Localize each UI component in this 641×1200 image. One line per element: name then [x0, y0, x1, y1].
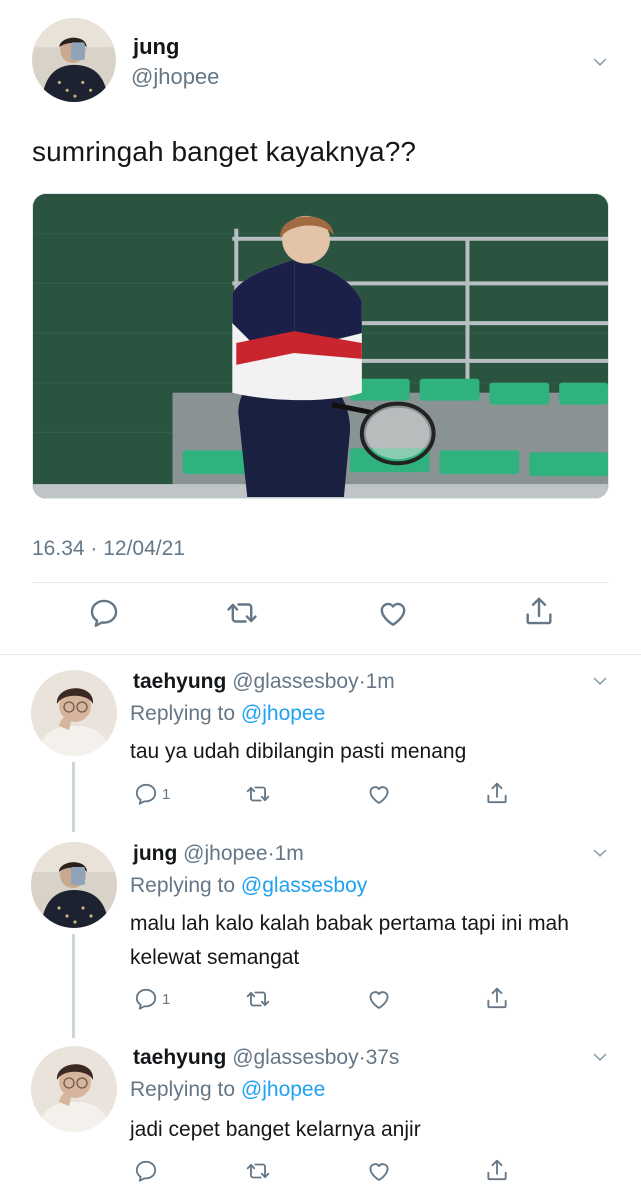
- reply-button[interactable]: [133, 1158, 162, 1184]
- reply-header: taehyung @glassesboy·1m: [133, 670, 395, 694]
- reply-count: 1: [162, 990, 171, 1008]
- reply-text: jadi cepet banget kelarnya anjir: [130, 1118, 421, 1141]
- tweet-actions: [0, 596, 641, 636]
- chevron-down-icon[interactable]: [593, 674, 607, 688]
- avatar[interactable]: [31, 670, 117, 756]
- mention-link[interactable]: @jhopee: [241, 1078, 325, 1101]
- author-name[interactable]: jung: [133, 842, 177, 865]
- replying-prefix: Replying to: [130, 1078, 241, 1101]
- avatar[interactable]: [31, 1046, 117, 1132]
- share-icon[interactable]: [484, 1157, 510, 1183]
- divider: [32, 582, 609, 583]
- replying-to: Replying to @jhopee: [130, 1078, 325, 1102]
- reply-header: jung @jhopee·1m: [133, 842, 304, 866]
- mention-link[interactable]: @glassesboy: [241, 874, 367, 897]
- chevron-down-icon[interactable]: [593, 1050, 607, 1064]
- like-icon[interactable]: [366, 781, 392, 807]
- reply-time[interactable]: 1m: [366, 670, 395, 693]
- author-handle[interactable]: @jhopee: [183, 842, 267, 865]
- retweet-icon[interactable]: [225, 596, 259, 630]
- tweet-photo[interactable]: [32, 193, 609, 499]
- separator-dot: ·: [358, 1046, 366, 1069]
- reply-button[interactable]: 1: [133, 781, 170, 807]
- chevron-down-icon[interactable]: [593, 846, 607, 860]
- retweet-icon[interactable]: [245, 1158, 271, 1184]
- reply-time[interactable]: 37s: [366, 1046, 400, 1069]
- author-handle[interactable]: @glassesboy: [232, 670, 358, 693]
- tweet-timestamp[interactable]: 16.34 · 12/04/21: [32, 537, 185, 561]
- like-icon[interactable]: [366, 1158, 392, 1184]
- replying-prefix: Replying to: [130, 702, 241, 725]
- replying-prefix: Replying to: [130, 874, 241, 897]
- thread-line: [72, 934, 75, 1038]
- share-icon[interactable]: [484, 780, 510, 806]
- avatar[interactable]: [31, 842, 117, 928]
- replying-to: Replying to @glassesboy: [130, 874, 367, 898]
- author-name[interactable]: taehyung: [133, 670, 226, 693]
- replying-to: Replying to @jhopee: [130, 702, 325, 726]
- reply-icon[interactable]: [87, 596, 121, 630]
- avatar[interactable]: [32, 18, 116, 102]
- reply-button[interactable]: 1: [133, 986, 170, 1012]
- divider: [0, 654, 641, 655]
- separator-dot: ·: [267, 842, 275, 865]
- author-handle[interactable]: @jhopee: [131, 64, 219, 90]
- mention-link[interactable]: @jhopee: [241, 702, 325, 725]
- reply-time[interactable]: 1m: [275, 842, 304, 865]
- reply-icon: [133, 986, 159, 1012]
- like-icon[interactable]: [376, 596, 410, 630]
- reply-icon: [133, 1158, 159, 1184]
- reply-text: malu lah kalo kalah babak pertama tapi i…: [130, 912, 569, 969]
- author-name[interactable]: taehyung: [133, 1046, 226, 1069]
- tweet-text: sumringah banget kayaknya??: [32, 136, 417, 167]
- separator-dot: ·: [358, 670, 366, 693]
- reply-icon: [133, 781, 159, 807]
- reply-text: tau ya udah dibilangin pasti menang: [130, 740, 467, 763]
- share-icon[interactable]: [484, 985, 510, 1011]
- reply-count: 1: [162, 785, 171, 803]
- author-handle[interactable]: @glassesboy: [232, 1046, 358, 1069]
- author-name[interactable]: jung: [133, 34, 179, 60]
- share-icon[interactable]: [522, 594, 556, 628]
- main-tweet: jung @jhopee sumringah banget kayaknya??: [0, 0, 641, 655]
- retweet-icon[interactable]: [245, 986, 271, 1012]
- thread-line: [72, 762, 75, 832]
- chevron-down-icon[interactable]: [593, 55, 607, 69]
- reply-header: taehyung @glassesboy·37s: [133, 1046, 399, 1070]
- like-icon[interactable]: [366, 986, 392, 1012]
- retweet-icon[interactable]: [245, 781, 271, 807]
